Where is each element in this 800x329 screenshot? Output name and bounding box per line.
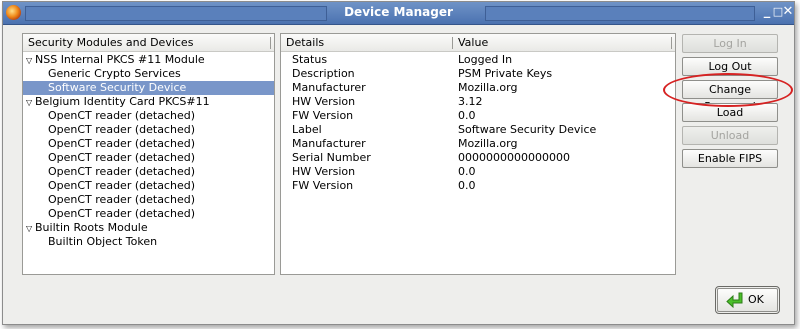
tree-item[interactable]: OpenCT reader (detached) (23, 165, 274, 179)
tree-item-label: Belgium Identity Card PKCS#11 (35, 95, 210, 108)
detail-value: 3.12 (458, 95, 483, 108)
detail-name: Description (292, 67, 355, 80)
tree-item[interactable]: OpenCT reader (detached) (23, 193, 274, 207)
tree-item-label: OpenCT reader (detached) (48, 137, 195, 150)
detail-name: Serial Number (292, 151, 371, 164)
tree-item[interactable]: OpenCT reader (detached) (23, 109, 274, 123)
expand-twisty-icon[interactable]: ▽ (26, 96, 35, 110)
tree-item[interactable]: OpenCT reader (detached) (23, 179, 274, 193)
tree-item-label: Generic Crypto Services (48, 67, 181, 80)
detail-row[interactable]: HW Version 0.0 (281, 165, 675, 179)
tree-item-label: OpenCT reader (detached) (48, 109, 195, 122)
log-out-button[interactable]: Log Out (682, 57, 778, 76)
change-password-button[interactable]: Change Password (682, 80, 778, 113)
green-arrow-icon (726, 292, 743, 308)
tree-item-label: OpenCT reader (detached) (48, 193, 195, 206)
tree-item[interactable]: Generic Crypto Services (23, 67, 274, 81)
tree-item-label: NSS Internal PKCS #11 Module (35, 53, 205, 66)
detail-row[interactable]: Manufacturer Mozilla.org (281, 81, 675, 95)
detail-value: 0000000000000000 (458, 151, 570, 164)
detail-value: 0.0 (458, 165, 476, 178)
tree-item[interactable]: OpenCT reader (detached) (23, 207, 274, 221)
detail-name: Manufacturer (292, 137, 366, 150)
details-table[interactable]: Details Value Status Logged In Description… (280, 33, 676, 275)
detail-name: FW Version (292, 109, 354, 122)
tree-item-label: OpenCT reader (detached) (48, 165, 195, 178)
load-button[interactable]: Load (682, 103, 778, 122)
detail-name: FW Version (292, 179, 354, 192)
column-separator[interactable] (671, 37, 672, 49)
tree-header-label: Security Modules and Devices (28, 36, 194, 49)
detail-row[interactable]: Description PSM Private Keys (281, 67, 675, 81)
tree-item-label: Builtin Object Token (48, 235, 158, 248)
tree-item[interactable]: OpenCT reader (detached) (23, 137, 274, 151)
detail-name: HW Version (292, 95, 356, 108)
detail-value: Mozilla.org (458, 81, 518, 94)
detail-row[interactable]: Status Logged In (281, 53, 675, 67)
tree-item[interactable]: OpenCT reader (detached) (23, 123, 274, 137)
detail-name: HW Version (292, 165, 356, 178)
detail-value: Software Security Device (458, 123, 597, 136)
detail-row[interactable]: Label Software Security Device (281, 123, 675, 137)
tree-item[interactable]: ▽ NSS Internal PKCS #11 Module (23, 53, 274, 67)
detail-row[interactable]: FW Version 0.0 (281, 109, 675, 123)
tree-column-header[interactable]: Security Modules and Devices (23, 34, 274, 52)
detail-row[interactable]: FW Version 0.0 (281, 179, 675, 193)
detail-value: Mozilla.org (458, 137, 518, 150)
detail-row[interactable]: Serial Number 0000000000000000 (281, 151, 675, 165)
device-manager-window: Device Manager _ □ ✕ Security Modules an… (2, 1, 795, 325)
ok-label: OK (748, 293, 764, 306)
tree-item-label: OpenCT reader (detached) (48, 179, 195, 192)
expand-twisty-icon[interactable]: ▽ (26, 54, 35, 68)
enable-fips-button[interactable]: Enable FIPS (682, 149, 778, 168)
details-header-label: Details (286, 36, 325, 49)
tree-item-label: OpenCT reader (detached) (48, 207, 195, 220)
detail-value: PSM Private Keys (458, 67, 553, 80)
tree-item-label: Builtin Roots Module (35, 221, 148, 234)
detail-value: Logged In (458, 53, 513, 66)
detail-row[interactable]: HW Version 3.12 (281, 95, 675, 109)
log-in-button[interactable]: Log In (682, 34, 778, 53)
tree-item[interactable]: ▽ Builtin Roots Module (23, 221, 274, 235)
expand-twisty-icon[interactable]: ▽ (26, 222, 35, 236)
detail-name: Status (292, 53, 328, 66)
close-icon[interactable]: ✕ (781, 4, 795, 20)
tree-item[interactable]: OpenCT reader (detached) (23, 151, 274, 165)
security-modules-tree[interactable]: Security Modules and Devices ▽ NSS Intern… (22, 33, 275, 275)
column-separator[interactable] (270, 37, 271, 49)
detail-name: Label (292, 123, 322, 136)
ok-button[interactable]: OK (715, 286, 780, 314)
unload-button[interactable]: Unload (682, 126, 778, 145)
details-column-header[interactable]: Details (281, 34, 453, 52)
title-bar[interactable]: Device Manager _ □ ✕ (3, 2, 794, 25)
tree-item-label: OpenCT reader (detached) (48, 151, 195, 164)
detail-name: Manufacturer (292, 81, 366, 94)
tree-item[interactable]: ▽ Belgium Identity Card PKCS#11 (23, 95, 274, 109)
tree-item-label: Software Security Device (48, 81, 187, 94)
detail-value: 0.0 (458, 109, 476, 122)
tree-item[interactable]: Software Security Device (23, 81, 274, 95)
detail-row[interactable]: Manufacturer Mozilla.org (281, 137, 675, 151)
value-column-header[interactable]: Value (453, 34, 675, 52)
value-header-label: Value (458, 36, 489, 49)
tree-item[interactable]: Builtin Object Token (23, 235, 274, 249)
tree-item-label: OpenCT reader (detached) (48, 123, 195, 136)
window-title: Device Manager (344, 5, 453, 19)
detail-value: 0.0 (458, 179, 476, 192)
